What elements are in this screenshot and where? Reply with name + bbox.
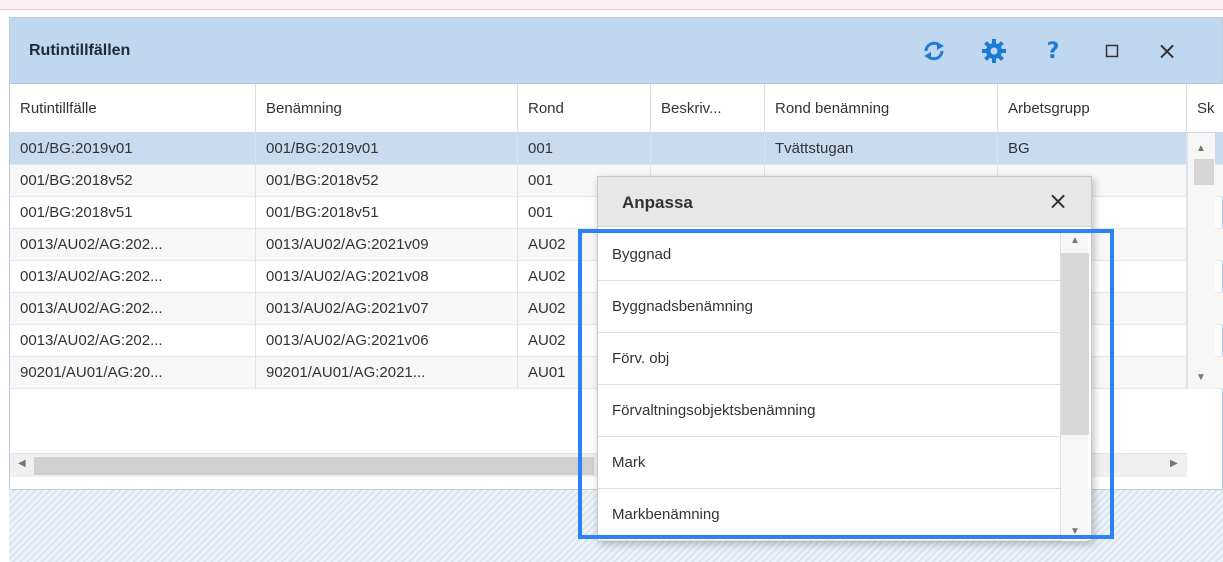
scroll-thumb[interactable] [34, 457, 594, 475]
scroll-right-arrow-icon[interactable]: ▶ [1170, 458, 1178, 469]
anpassa-popup: Anpassa × Byggnad Byggnadsbenämning Förv… [597, 176, 1092, 541]
refresh-icon[interactable] [918, 35, 950, 67]
list-item[interactable]: Byggnadsbenämning [598, 281, 1060, 333]
cell: 0013/AU02/AG:202... [10, 261, 256, 293]
scroll-thumb[interactable] [1194, 159, 1214, 185]
scroll-down-arrow-icon[interactable]: ▼ [1070, 526, 1080, 537]
scroll-thumb[interactable] [1061, 253, 1089, 435]
cell: BG [998, 133, 1187, 165]
column-header-beskrivning[interactable]: Beskriv... [651, 84, 765, 133]
list-vertical-scrollbar[interactable]: ▲ ▼ [1060, 229, 1089, 541]
close-icon[interactable]: × [1152, 35, 1182, 67]
close-icon[interactable]: × [1048, 187, 1068, 215]
column-header-rond[interactable]: Rond [518, 84, 651, 133]
cell: 001/BG:2018v51 [10, 197, 256, 229]
grid-vertical-scrollbar[interactable]: ▲ ▼ [1187, 133, 1215, 389]
column-header-arbetsgrupp[interactable]: Arbetsgrupp [998, 84, 1187, 133]
list-item[interactable]: Förv. obj [598, 333, 1060, 385]
list-item[interactable]: Mark [598, 437, 1060, 489]
gear-icon[interactable] [978, 35, 1010, 67]
cell: 90201/AU01/AG:20... [10, 357, 256, 389]
scroll-down-arrow-icon[interactable]: ▼ [1196, 372, 1206, 383]
cell: 001/BG:2018v51 [256, 197, 518, 229]
column-header-rond-benamning[interactable]: Rond benämning [765, 84, 998, 133]
grid-header-row: Rutintillfälle Benämning Rond Beskriv...… [10, 84, 1223, 133]
list-item[interactable]: Markbenämning [598, 489, 1060, 541]
cell: 001 [518, 133, 651, 165]
cell: 0013/AU02/AG:202... [10, 293, 256, 325]
scroll-up-arrow-icon[interactable]: ▲ [1196, 143, 1206, 154]
cell: 001/BG:2018v52 [10, 165, 256, 197]
table-row[interactable]: 001/BG:2019v01 001/BG:2019v01 001 Tvätts… [10, 133, 1223, 165]
list-item[interactable]: Förvaltningsobjektsbenämning [598, 385, 1060, 437]
panel-header: Rutintillfällen ? × [10, 18, 1222, 84]
column-header-rutintillfalle[interactable]: Rutintillfälle [10, 84, 256, 133]
scroll-left-arrow-icon[interactable]: ◀ [18, 458, 26, 469]
cell: 001/BG:2019v01 [256, 133, 518, 165]
cell: 0013/AU02/AG:2021v08 [256, 261, 518, 293]
cell: 90201/AU01/AG:2021... [256, 357, 518, 389]
popup-title: Anpassa [622, 193, 693, 212]
cell: 0013/AU02/AG:2021v07 [256, 293, 518, 325]
cell: Tvättstugan [765, 133, 998, 165]
maximize-icon[interactable] [1098, 35, 1126, 67]
scroll-up-arrow-icon[interactable]: ▲ [1070, 235, 1080, 246]
column-header-benamning[interactable]: Benämning [256, 84, 518, 133]
cell [651, 133, 765, 165]
cell: 0013/AU02/AG:202... [10, 229, 256, 261]
cell: 0013/AU02/AG:2021v09 [256, 229, 518, 261]
cell: 0013/AU02/AG:202... [10, 325, 256, 357]
cell: 001/BG:2019v01 [10, 133, 256, 165]
top-accent-bar [0, 0, 1223, 10]
list-item[interactable]: Byggnad [598, 229, 1060, 281]
cell: 0013/AU02/AG:2021v06 [256, 325, 518, 357]
help-icon[interactable]: ? [1038, 35, 1068, 67]
column-header-sk[interactable]: Sk [1187, 84, 1223, 133]
cell: 001/BG:2018v52 [256, 165, 518, 197]
panel-title: Rutintillfällen [29, 42, 131, 59]
column-chooser-list: Byggnad Byggnadsbenämning Förv. obj Förv… [598, 229, 1060, 541]
popup-header: Anpassa × [598, 177, 1091, 227]
